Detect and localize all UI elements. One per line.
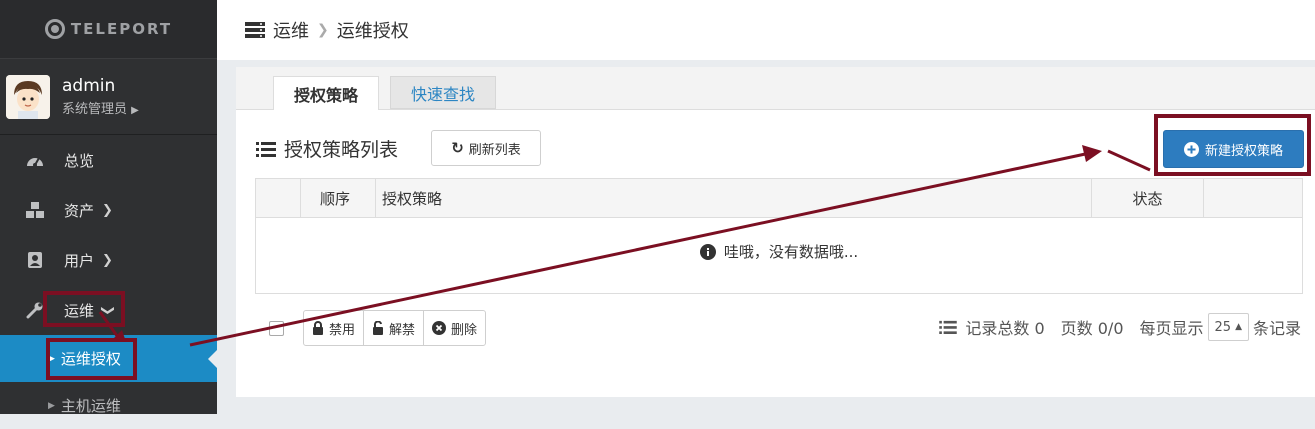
avatar xyxy=(6,74,50,119)
chevron-right-icon: ❯ xyxy=(102,252,113,268)
chevron-right-icon: ❯ xyxy=(102,202,113,218)
annotation-box-ops-auth xyxy=(46,338,137,380)
column-policy[interactable]: 授权策略 xyxy=(376,179,1092,217)
logo: TELEPORT xyxy=(0,0,217,58)
record-suffix: 条记录 xyxy=(1252,319,1301,338)
page-header: 运维 ❯ 运维授权 xyxy=(217,0,1315,60)
dashboard-icon xyxy=(24,152,46,168)
tab-quick-search[interactable]: 快速查找 xyxy=(390,76,497,109)
sidebar-item-assets[interactable]: 资产 ❯ xyxy=(0,185,217,235)
disable-button[interactable]: 禁用 xyxy=(304,311,365,345)
enable-button[interactable]: 解禁 xyxy=(364,311,425,345)
table-header: 顺序 授权策略 状态 xyxy=(256,179,1302,218)
page-count: 页数 0/0 xyxy=(1060,319,1124,338)
per-page-value: 25 xyxy=(1214,319,1232,335)
breadcrumb-page: 运维授权 xyxy=(336,21,409,42)
column-label: 顺序 xyxy=(320,189,351,208)
empty-text: 哇哦，没有数据哦... xyxy=(723,243,859,261)
breadcrumb-separator-icon: ❯ xyxy=(317,22,329,38)
sidebar: TELEPORT admin 系统管理员 ▶ 总览 资产 ❯ 用户 ❯ 运维 ❯… xyxy=(0,0,217,415)
empty-state: 哇哦，没有数据哦... xyxy=(256,241,1302,262)
disable-label: 禁用 xyxy=(329,322,356,338)
list-title: 授权策略列表 xyxy=(256,135,398,162)
user-panel[interactable]: admin 系统管理员 ▶ xyxy=(0,58,217,135)
sidebar-item-label: 资产 xyxy=(64,201,95,220)
caret-right-icon: ▶ xyxy=(131,105,139,116)
sidebar-item-users[interactable]: 用户 ❯ xyxy=(0,235,217,285)
cubes-icon xyxy=(24,201,46,219)
record-total: 记录总数 0 xyxy=(965,319,1045,338)
user-name: admin xyxy=(62,76,116,96)
server-icon xyxy=(245,21,265,39)
column-label: 状态 xyxy=(1132,189,1163,208)
tab-bar: 授权策略 快速查找 xyxy=(236,67,1315,110)
lock-icon xyxy=(312,321,324,335)
list-icon xyxy=(939,320,958,334)
refresh-icon: ↻ xyxy=(451,139,464,157)
sidebar-item-dashboard[interactable]: 总览 xyxy=(0,135,217,185)
pagination: 记录总数 0 页数 0/0 每页显示 25 ▲ 条记录 xyxy=(939,310,1301,344)
address-book-icon xyxy=(24,251,46,269)
list-icon xyxy=(256,141,276,157)
brand-name: TELEPORT xyxy=(70,20,173,38)
sidebar-item-label: 用户 xyxy=(64,251,95,270)
annotation-box-new-policy xyxy=(1154,114,1311,176)
column-order[interactable]: 顺序 xyxy=(301,179,376,217)
enable-label: 解禁 xyxy=(389,322,416,338)
delete-button[interactable]: 删除 xyxy=(424,311,485,345)
info-icon xyxy=(699,243,716,260)
per-page-label: 每页显示 xyxy=(1139,319,1204,338)
sidebar-subitem-host-ops[interactable]: ▶ 主机运维 xyxy=(0,382,217,429)
breadcrumb-section[interactable]: 运维 xyxy=(273,17,309,43)
policy-table: 顺序 授权策略 状态 哇哦，没有数据哦... xyxy=(255,178,1303,294)
delete-label: 删除 xyxy=(451,322,478,338)
caret-right-icon: ▶ xyxy=(48,400,55,411)
unlock-icon xyxy=(372,321,384,335)
column-label: 授权策略 xyxy=(382,189,443,208)
annotation-box-ops xyxy=(43,291,125,327)
tab-policies[interactable]: 授权策略 xyxy=(273,76,380,110)
table-footer: 禁用 解禁 删除 记录总数 0 页数 0/0 每页显示 25 ▲ 条记录 xyxy=(236,310,1315,346)
list-title-text: 授权策略列表 xyxy=(284,139,399,161)
select-all-checkbox[interactable] xyxy=(269,321,284,336)
sidebar-subitem-label: 主机运维 xyxy=(60,397,121,415)
caret-up-icon: ▲ xyxy=(1235,322,1242,332)
column-status[interactable]: 状态 xyxy=(1092,179,1204,217)
refresh-list-button[interactable]: ↻ 刷新列表 xyxy=(431,130,541,166)
times-circle-icon xyxy=(432,321,447,335)
refresh-label: 刷新列表 xyxy=(468,142,521,158)
user-role[interactable]: 系统管理员 ▶ xyxy=(62,98,139,117)
column-checkbox xyxy=(256,179,301,217)
per-page-select[interactable]: 25 ▲ xyxy=(1207,313,1249,341)
batch-action-group: 禁用 解禁 删除 xyxy=(303,310,487,346)
sidebar-item-label: 总览 xyxy=(64,151,95,170)
teleport-logo-icon xyxy=(44,19,65,39)
main-panel: 授权策略 快速查找 授权策略列表 ↻ 刷新列表 新建授权策略 顺序 授权策略 状… xyxy=(236,67,1315,397)
